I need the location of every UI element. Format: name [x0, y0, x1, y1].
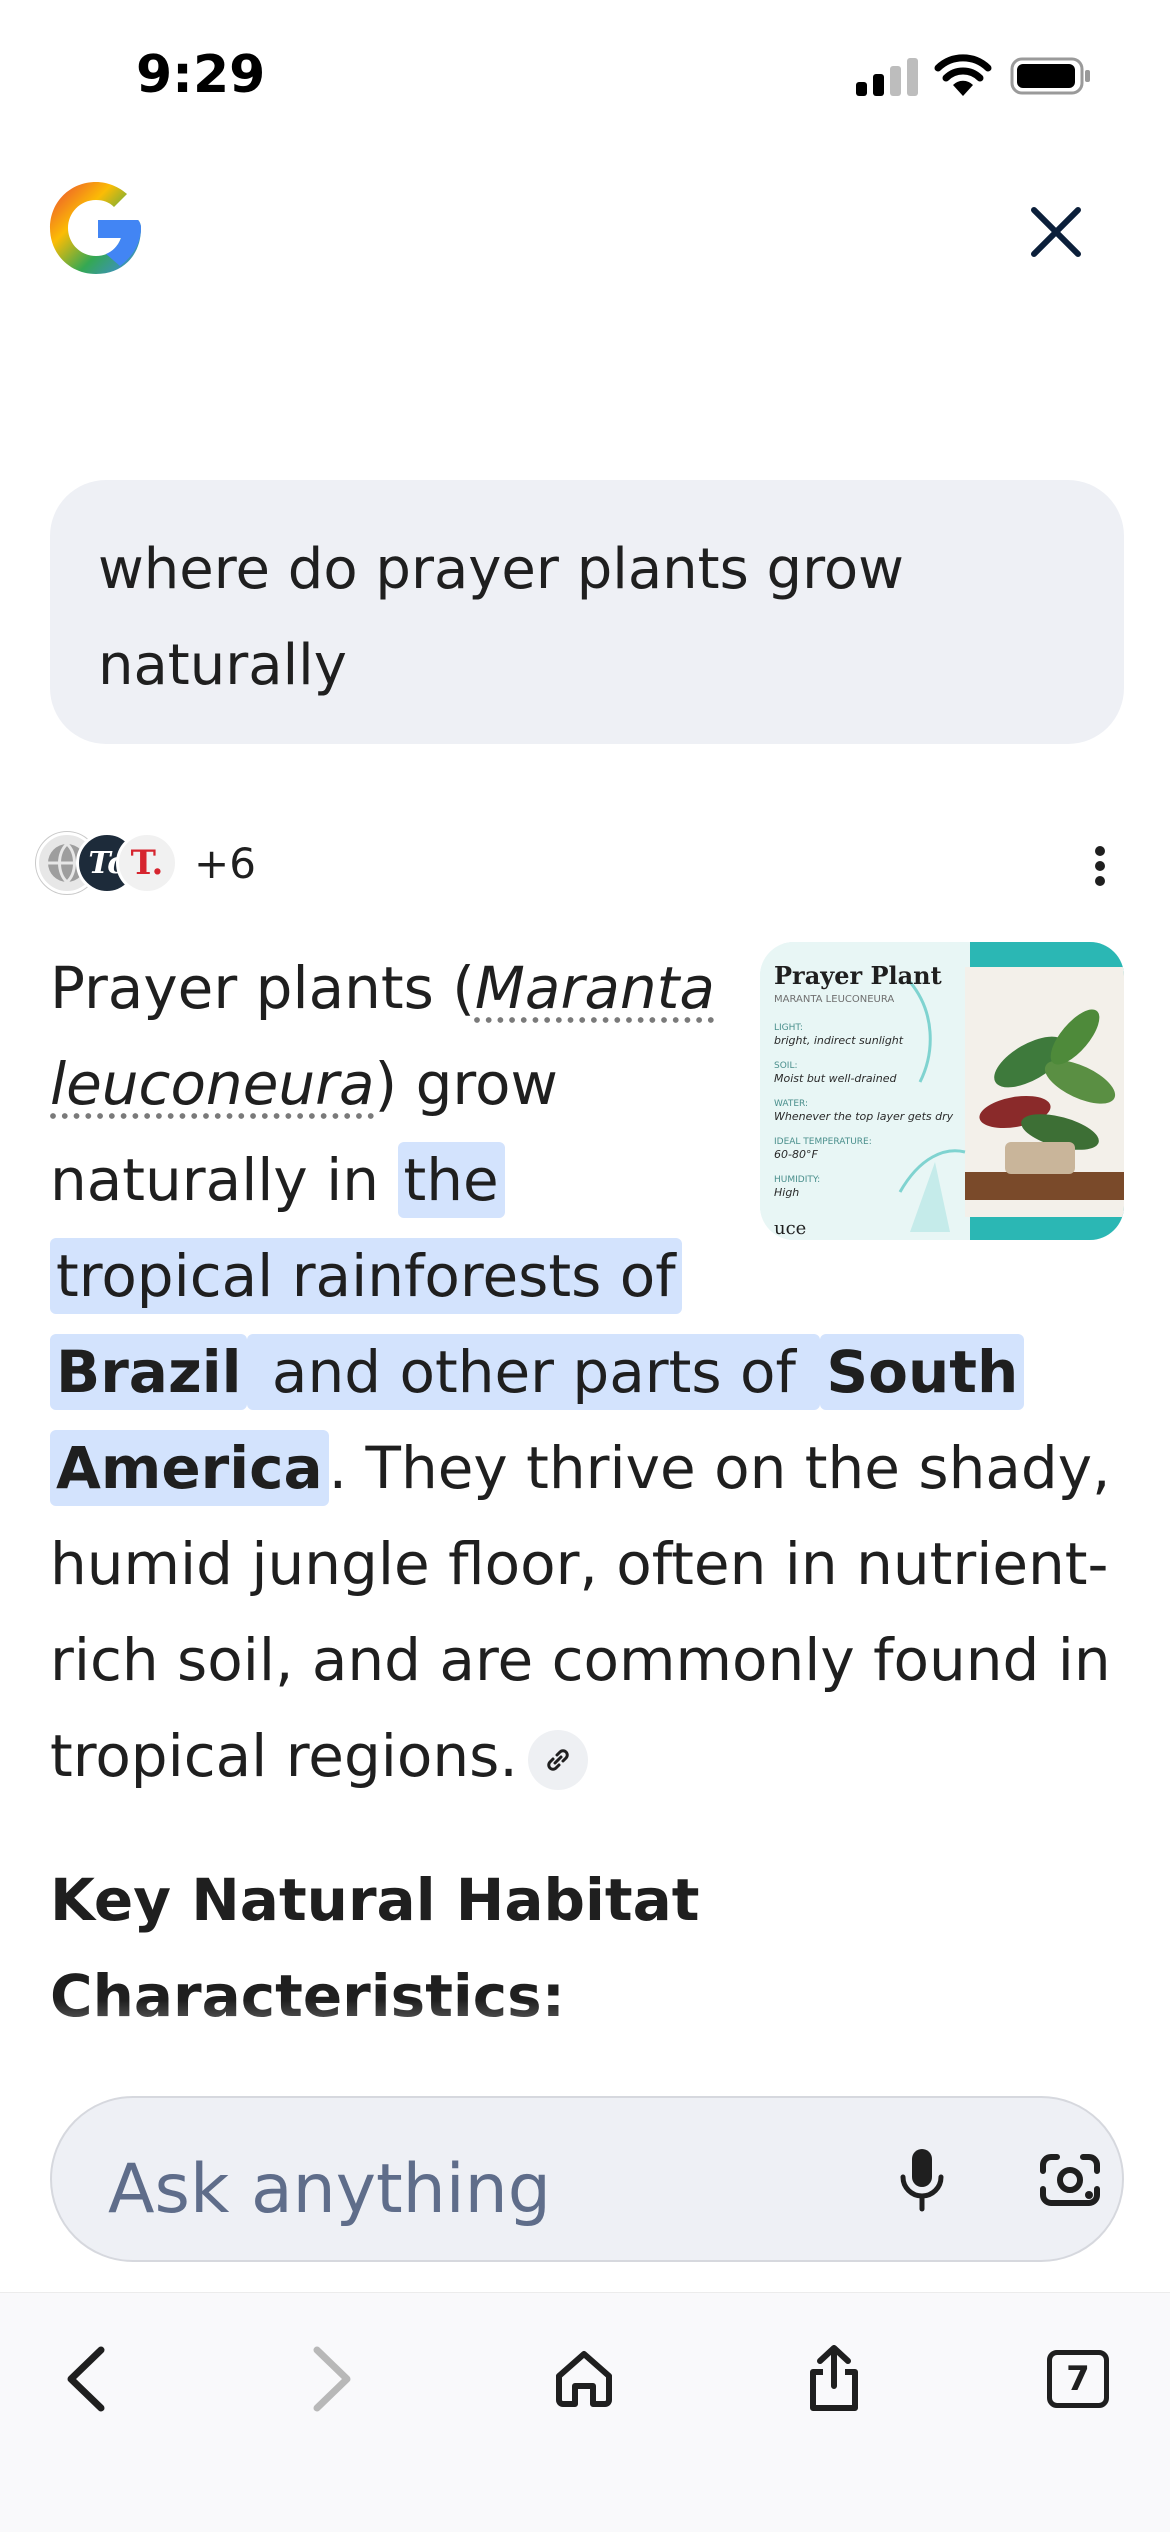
infographic-row-value: Whenever the top layer gets dry — [774, 1110, 954, 1123]
ask-bar[interactable] — [50, 2096, 1124, 2262]
infographic-row-label: WATER: — [774, 1099, 808, 1109]
infographic-footer: uce — [774, 1218, 806, 1239]
status-time: 9:29 — [136, 45, 266, 105]
share-icon — [810, 2345, 858, 2411]
infographic-row-value: Moist but well-drained — [774, 1072, 897, 1085]
more-vert-icon-dot — [1095, 861, 1105, 871]
lens-search-button[interactable] — [1030, 2140, 1110, 2220]
home-icon — [556, 2351, 612, 2407]
status-bar: 9:29 — [0, 0, 1170, 150]
more-options-button[interactable] — [1080, 838, 1120, 894]
home-button[interactable] — [534, 2329, 634, 2429]
infographic-row-label: SOIL: — [774, 1061, 798, 1071]
more-vert-icon-dot — [1095, 876, 1105, 886]
infographic-row-label: IDEAL TEMPERATURE: — [774, 1137, 872, 1147]
close-icon — [1031, 207, 1081, 257]
infographic-row-value: High — [774, 1186, 799, 1199]
infographic-subtitle: MARANTA LEUCONEURA — [774, 994, 894, 1005]
microphone-icon — [900, 2149, 944, 2212]
answer-highlight: and other parts of — [247, 1334, 821, 1410]
answer-text: Prayer plants ( — [50, 954, 475, 1022]
prayer-plant-infographic: Prayer Plant MARANTA LEUCONEURA LIGHT:br… — [760, 942, 1124, 1240]
infographic-row-label: LIGHT: — [774, 1023, 803, 1033]
query-text: where do prayer plants grow naturally — [98, 537, 904, 698]
chevron-right-icon — [313, 2346, 351, 2412]
battery-icon — [1010, 57, 1092, 95]
ask-input[interactable] — [108, 2144, 808, 2234]
source-avatar[interactable]: T. — [116, 832, 178, 894]
more-vert-icon — [1095, 846, 1105, 856]
tabs-button[interactable]: 7 — [1028, 2329, 1128, 2429]
infographic-row-label: HUMIDITY: — [774, 1175, 820, 1185]
wifi-icon — [934, 52, 992, 98]
back-button[interactable] — [36, 2329, 136, 2429]
browser-toolbar: 7 — [0, 2292, 1170, 2532]
answer-image[interactable]: Prayer Plant MARANTA LEUCONEURA LIGHT: br… — [760, 942, 1124, 1240]
infographic-title: Prayer Plant — [774, 961, 942, 990]
tabs-count: 7 — [1047, 2350, 1109, 2408]
google-g-logo[interactable] — [46, 178, 146, 278]
sources-more-count[interactable]: +6 — [194, 839, 256, 888]
infographic-row-value: 60-80°F — [774, 1148, 818, 1161]
forward-button[interactable] — [282, 2329, 382, 2429]
link-icon — [547, 1749, 569, 1771]
cellular-signal-icon — [856, 58, 918, 96]
query-bubble: where do prayer plants grow naturally — [50, 480, 1124, 744]
source-link-button[interactable] — [527, 1729, 588, 1790]
share-button[interactable] — [784, 2329, 884, 2429]
google-lens-icon — [1040, 2154, 1100, 2206]
sources-row[interactable]: Tc T. +6 — [36, 828, 256, 898]
chevron-left-icon — [67, 2346, 105, 2412]
close-button[interactable] — [1020, 196, 1092, 268]
ai-answer: Prayer Plant MARANTA LEUCONEURA LIGHT: br… — [50, 940, 1124, 1804]
ask-bar-fade — [0, 2000, 1170, 2090]
voice-search-button[interactable] — [882, 2140, 962, 2220]
infographic-row-value: bright, indirect sunlight — [774, 1034, 904, 1047]
answer-highlight-bold: Brazil — [50, 1334, 248, 1410]
